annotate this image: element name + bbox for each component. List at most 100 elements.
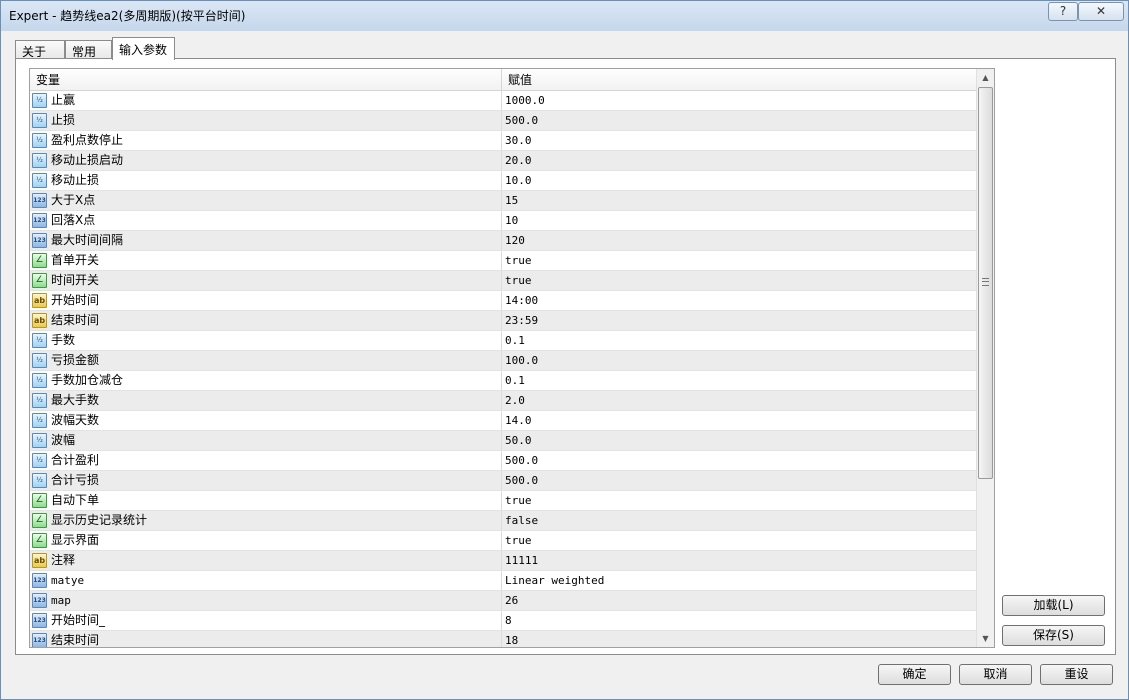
double-type-icon: ½ [32,353,47,368]
parameter-name-cell: ½ 移动止损 [30,171,502,190]
tab-common[interactable]: 常用 [65,40,112,60]
parameter-value[interactable]: 11111 [502,551,976,570]
parameter-value[interactable]: 10 [502,211,976,230]
parameter-row[interactable]: ½ 波幅 50.0 [30,431,976,451]
parameter-value[interactable]: 0.1 [502,331,976,350]
parameter-row[interactable]: 123 开始时间_ 8 [30,611,976,631]
help-button[interactable]: ? [1048,2,1078,21]
parameter-row[interactable]: 123 map 26 [30,591,976,611]
integer-type-icon: 123 [32,613,47,628]
parameter-row[interactable]: ∠ 时间开关 true [30,271,976,291]
column-header-variable[interactable]: 变量 [30,69,502,91]
parameter-row[interactable]: ½ 移动止损启动 20.0 [30,151,976,171]
parameter-value[interactable]: true [502,491,976,510]
double-type-icon: ½ [32,413,47,428]
parameter-row[interactable]: ½ 止损 500.0 [30,111,976,131]
parameter-value[interactable]: 14.0 [502,411,976,430]
parameter-name: 自动下单 [51,493,100,507]
parameter-value[interactable]: 14:00 [502,291,976,310]
scrollbar-thumb[interactable] [978,87,993,479]
cancel-button[interactable]: 取消 [959,664,1032,685]
parameter-row[interactable]: ab 开始时间 14:00 [30,291,976,311]
parameter-row[interactable]: ½ 合计亏损 500.0 [30,471,976,491]
parameter-value[interactable]: true [502,531,976,550]
parameter-value[interactable]: 500.0 [502,471,976,490]
parameter-value[interactable]: 500.0 [502,111,976,130]
string-type-icon: ab [32,553,47,568]
parameter-row[interactable]: 123 最大时间间隔 120 [30,231,976,251]
parameter-row[interactable]: ½ 盈利点数停止 30.0 [30,131,976,151]
parameter-value[interactable]: 18 [502,631,976,647]
parameter-value[interactable]: 120 [502,231,976,250]
parameter-value[interactable]: 26 [502,591,976,610]
scroll-up-arrow-icon[interactable]: ▲ [977,69,994,86]
parameter-row[interactable]: 123 结束时间 18 [30,631,976,647]
parameter-value[interactable]: 15 [502,191,976,210]
parameter-row[interactable]: ½ 合计盈利 500.0 [30,451,976,471]
parameter-name-cell: ∠ 显示历史记录统计 [30,511,502,530]
close-button[interactable]: ✕ [1078,2,1124,21]
parameter-value[interactable]: Linear weighted [502,571,976,590]
parameter-value[interactable]: 50.0 [502,431,976,450]
parameter-value[interactable]: 30.0 [502,131,976,150]
parameter-name: 止损 [51,113,76,127]
parameter-row[interactable]: 123 回落X点 10 [30,211,976,231]
parameter-row[interactable]: ∠ 显示历史记录统计 false [30,511,976,531]
parameter-value[interactable]: 20.0 [502,151,976,170]
scroll-down-arrow-icon[interactable]: ▼ [977,630,994,647]
parameter-value[interactable]: 0.1 [502,371,976,390]
inputs-tab-panel: 变量 赋值 ½ 止赢 1000.0 ½ 止损 500.0 ½ 盈利点数停止 30.0 ½ 移动止损启… [15,58,1116,655]
parameter-value[interactable]: 8 [502,611,976,630]
parameter-row[interactable]: 123 matye Linear weighted [30,571,976,591]
parameter-name-cell: ½ 止损 [30,111,502,130]
parameter-value[interactable]: true [502,251,976,270]
parameter-row[interactable]: ab 结束时间 23:59 [30,311,976,331]
save-button[interactable]: 保存(S) [1002,625,1105,646]
integer-type-icon: 123 [32,593,47,608]
integer-type-icon: 123 [32,213,47,228]
parameter-row[interactable]: ∠ 显示界面 true [30,531,976,551]
parameter-value[interactable]: 100.0 [502,351,976,370]
parameter-value[interactable]: true [502,271,976,290]
parameter-row[interactable]: ½ 止赢 1000.0 [30,91,976,111]
vertical-scrollbar[interactable]: ▲ ▼ [976,69,994,647]
parameter-row[interactable]: 123 大于X点 15 [30,191,976,211]
parameter-row[interactable]: ½ 最大手数 2.0 [30,391,976,411]
parameter-row[interactable]: ½ 波幅天数 14.0 [30,411,976,431]
parameter-name-cell: ∠ 自动下单 [30,491,502,510]
reset-button[interactable]: 重设 [1040,664,1113,685]
parameter-name: 手数 [51,333,76,347]
parameter-row[interactable]: ½ 手数 0.1 [30,331,976,351]
double-type-icon: ½ [32,113,47,128]
parameter-name: 显示界面 [51,533,100,547]
parameter-name: 亏损金额 [51,353,100,367]
parameter-value[interactable]: 500.0 [502,451,976,470]
parameter-row[interactable]: ∠ 首单开关 true [30,251,976,271]
title-bar[interactable]: Expert - 趋势线ea2(多周期版)(按平台时间) ? ✕ [1,1,1128,31]
string-type-icon: ab [32,313,47,328]
load-button[interactable]: 加载(L) [1002,595,1105,616]
parameter-name: 最大时间间隔 [51,233,124,247]
parameter-value[interactable]: 1000.0 [502,91,976,110]
parameter-name: 止赢 [51,93,76,107]
parameter-name: 显示历史记录统计 [51,513,148,527]
parameter-name-cell: ∠ 时间开关 [30,271,502,290]
parameter-row[interactable]: ∠ 自动下单 true [30,491,976,511]
tab-inputs[interactable]: 输入参数 [112,37,175,60]
parameter-value[interactable]: 2.0 [502,391,976,410]
double-type-icon: ½ [32,93,47,108]
tab-about[interactable]: 关于 [15,40,65,60]
column-header-value[interactable]: 赋值 [502,69,976,91]
boolean-type-icon: ∠ [32,533,47,548]
parameter-value[interactable]: 10.0 [502,171,976,190]
parameter-value[interactable]: 23:59 [502,311,976,330]
parameter-row[interactable]: ½ 手数加仓减仓 0.1 [30,371,976,391]
ok-button[interactable]: 确定 [878,664,951,685]
parameter-value[interactable]: false [502,511,976,530]
parameter-name: 首单开关 [51,253,100,267]
parameter-row[interactable]: ½ 移动止损 10.0 [30,171,976,191]
double-type-icon: ½ [32,473,47,488]
parameter-row[interactable]: ab 注释 11111 [30,551,976,571]
parameter-name-cell: ½ 合计亏损 [30,471,502,490]
parameter-row[interactable]: ½ 亏损金额 100.0 [30,351,976,371]
